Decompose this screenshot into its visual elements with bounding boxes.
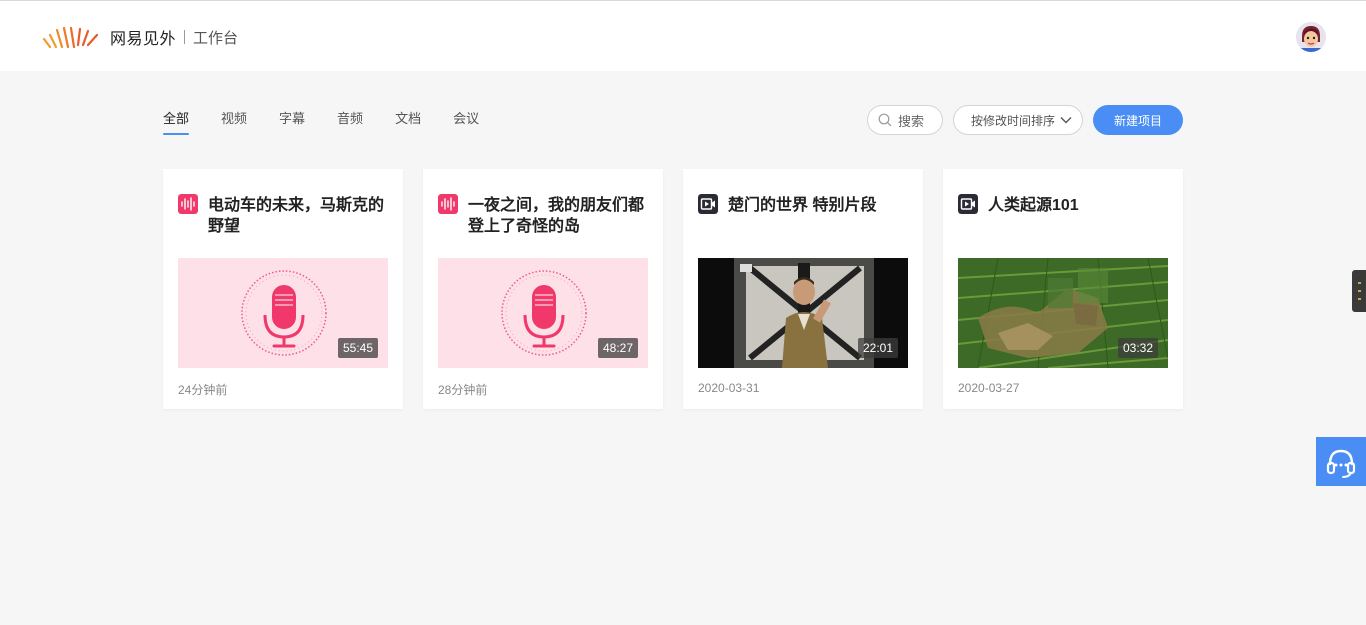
brand-divider (184, 30, 186, 44)
handle-grip-mark (1358, 282, 1361, 284)
tab-video[interactable]: 视频 (221, 111, 247, 135)
modified-time: 28分钟前 (438, 383, 488, 397)
audio-thumbnail: 55:45 (178, 258, 388, 368)
duration-badge: 55:45 (337, 338, 378, 358)
search-placeholder: 搜索 (898, 113, 925, 129)
search-input[interactable]: 搜索 (867, 105, 943, 135)
project-card[interactable]: 人类起源101 03:32 2020-03-27 (943, 169, 1183, 409)
category-tabs: 全部 视频 字幕 音频 文档 会议 (163, 111, 511, 135)
tab-meeting[interactable]: 会议 (453, 111, 479, 135)
project-title: 人类起源101 (988, 197, 1079, 214)
project-title: 电动车的未来，马斯克的野望 (208, 197, 385, 235)
audio-thumbnail: 48:27 (438, 258, 648, 368)
brand-name: 网易见外 (110, 31, 177, 48)
modified-time: 2020-03-27 (958, 381, 1020, 395)
tab-audio[interactable]: 音频 (337, 111, 363, 135)
chevron-down-icon (1060, 117, 1072, 124)
modified-time: 2020-03-31 (698, 381, 760, 395)
top-header: 网易见外 工作台 (0, 1, 1366, 71)
project-card[interactable]: 楚门的世界 特别片段 22:01 2020-03-31 (683, 169, 923, 409)
project-card[interactable]: 一夜之间，我的朋友们都登上了奇怪的岛 48:27 28分钟前 (423, 169, 663, 409)
brand-section: 工作台 (193, 29, 239, 47)
handle-grip-mark (1358, 290, 1361, 292)
project-title: 楚门的世界 特别片段 (728, 197, 877, 214)
new-project-button[interactable]: 新建项目 (1093, 105, 1183, 135)
duration-badge: 03:32 (1117, 338, 1158, 358)
sort-dropdown[interactable]: 按修改时间排序 (953, 105, 1083, 135)
video-thumbnail: 03:32 (958, 258, 1168, 368)
video-thumbnail: 22:01 (698, 258, 908, 368)
headset-icon (1326, 449, 1356, 478)
duration-badge: 22:01 (857, 338, 898, 358)
video-icon (958, 194, 978, 214)
duration-badge: 48:27 (597, 338, 638, 358)
customer-support-button[interactable] (1316, 437, 1366, 486)
handle-grip-mark (1358, 298, 1361, 300)
avatar-face-icon (1296, 22, 1326, 52)
project-card[interactable]: 电动车的未来，马斯克的野望 55:45 24分钟前 (163, 169, 403, 409)
audio-wave-icon (438, 194, 458, 214)
search-icon (878, 113, 892, 127)
brand-logo[interactable]: 网易见外 工作台 (42, 25, 238, 49)
modified-time: 24分钟前 (178, 383, 228, 397)
tab-all[interactable]: 全部 (163, 111, 190, 135)
brand-mark-icon (42, 26, 99, 49)
user-avatar[interactable] (1296, 22, 1326, 52)
project-title: 一夜之间，我的朋友们都登上了奇怪的岛 (468, 197, 645, 235)
video-icon (698, 194, 718, 214)
tab-subtitle[interactable]: 字幕 (279, 111, 305, 135)
tab-document[interactable]: 文档 (395, 111, 421, 135)
sort-label: 按修改时间排序 (971, 113, 1056, 128)
audio-wave-icon (178, 194, 198, 214)
side-panel-handle[interactable] (1352, 270, 1366, 312)
